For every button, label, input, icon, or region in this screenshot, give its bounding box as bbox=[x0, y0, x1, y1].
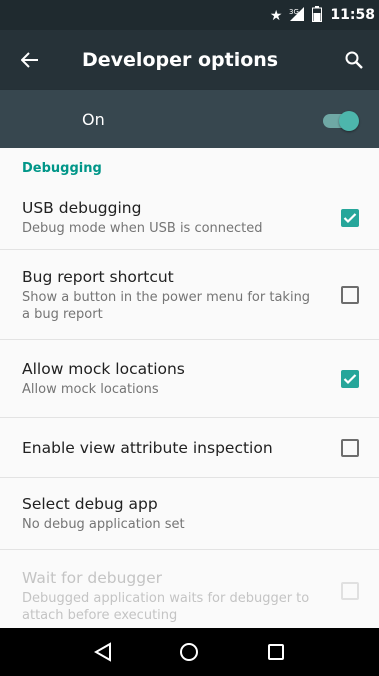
status-time: 11:58 bbox=[330, 7, 375, 23]
star-icon: ★ bbox=[269, 7, 283, 23]
pref-summary: Debug mode when USB is connected bbox=[22, 221, 263, 236]
bug-report-shortcut-checkbox[interactable] bbox=[341, 285, 359, 304]
pref-title: Enable view attribute inspection bbox=[22, 438, 273, 457]
nav-back-button[interactable] bbox=[83, 632, 123, 672]
wait-for-debugger-checkbox bbox=[341, 582, 359, 600]
master-switch-label: On bbox=[82, 109, 105, 129]
arrow-back-icon bbox=[21, 52, 38, 68]
pref-wait-for-debugger: Wait for debugger Debugged application w… bbox=[0, 550, 379, 628]
page-title: Developer options bbox=[82, 49, 279, 71]
pref-summary: Debugged application waits for debugger … bbox=[22, 591, 310, 623]
view-attribute-inspection-checkbox[interactable] bbox=[341, 438, 359, 457]
pref-title: Select debug app bbox=[22, 495, 158, 513]
status-bar: ★ 3G 11:58 bbox=[0, 0, 379, 30]
pref-allow-mock-locations[interactable]: Allow mock locations Allow mock location… bbox=[0, 340, 379, 418]
pref-title: USB debugging bbox=[22, 199, 142, 217]
pref-view-attribute-inspection[interactable]: Enable view attribute inspection bbox=[0, 418, 379, 478]
toggle-thumb bbox=[339, 111, 359, 131]
pref-select-debug-app[interactable]: Select debug app No debug application se… bbox=[0, 478, 379, 550]
pref-title: Wait for debugger bbox=[22, 569, 163, 587]
search-icon bbox=[345, 51, 363, 69]
search-button[interactable] bbox=[329, 30, 379, 90]
check-icon bbox=[343, 212, 357, 223]
home-circle-icon bbox=[180, 643, 199, 661]
usb-debugging-checkbox[interactable] bbox=[341, 208, 359, 227]
pref-summary: Allow mock locations bbox=[22, 382, 159, 397]
pref-summary: Show a button in the power menu for taki… bbox=[22, 289, 311, 322]
check-icon bbox=[343, 373, 357, 384]
back-triangle-icon bbox=[94, 642, 112, 662]
master-toggle[interactable] bbox=[321, 110, 359, 131]
navigate-up-button[interactable] bbox=[0, 30, 60, 90]
svg-text:3G: 3G bbox=[289, 8, 299, 16]
signal-3g-icon: 3G bbox=[288, 6, 306, 24]
pref-bug-report-shortcut[interactable]: Bug report shortcut Show a button in the… bbox=[0, 250, 379, 340]
master-switch-bar[interactable]: On bbox=[0, 90, 379, 148]
pref-summary: No debug application set bbox=[22, 517, 185, 532]
pref-title: Allow mock locations bbox=[22, 360, 185, 378]
pref-title: Bug report shortcut bbox=[22, 267, 174, 286]
allow-mock-locations-checkbox[interactable] bbox=[341, 369, 359, 388]
nav-home-button[interactable] bbox=[169, 632, 209, 672]
section-header-debugging: Debugging bbox=[22, 160, 102, 176]
nav-recents-button[interactable] bbox=[256, 632, 296, 672]
preferences-list: Debugging USB debugging Debug mode when … bbox=[0, 148, 379, 628]
toolbar: Developer options bbox=[0, 30, 379, 90]
recents-square-icon bbox=[267, 644, 284, 660]
navigation-bar bbox=[0, 628, 379, 676]
pref-usb-debugging[interactable]: USB debugging Debug mode when USB is con… bbox=[0, 186, 379, 250]
battery-icon bbox=[312, 6, 323, 24]
